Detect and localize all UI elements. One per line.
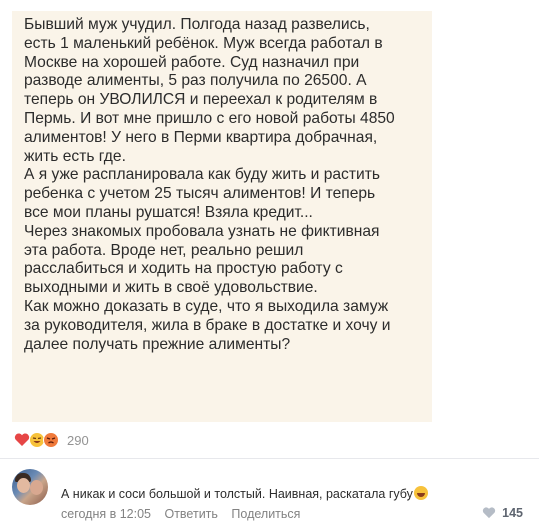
post-text-line: Бывший муж учудил. Полгода назад развели… [24,16,370,33]
post-text-line: расслабиться и ходить на простую работу … [24,260,343,278]
avatar[interactable] [12,469,48,505]
post-text-line: алиментов! У него в Перми квартира добра… [24,128,378,146]
post-text-line: Как можно доказать в суде, что я выходил… [24,297,389,315]
avatar-face [17,478,30,493]
post-text-line: теперь он УВОЛИЛСЯ и переехал к родителя… [24,91,378,109]
post-text-line: разводе алименты, 5 раз получила по 2650… [24,72,367,90]
angry-icon[interactable] [43,432,59,448]
post-text: Бывший муж учудил. Полгода назад развели… [12,11,432,354]
post-text-line: ребенка с учетом 25 тысяч алиментов! И т… [24,185,376,203]
post-text-line: есть 1 маленький ребёнок. Муж всегда раб… [24,34,383,52]
post-text-line: Через знакомых пробовала узнать не фикти… [24,222,380,240]
comment-body: А никак и соси большой и толстый. Наивна… [61,487,413,501]
reactions-bar[interactable]: 290 [14,431,89,449]
post-text-line: за руководителя, жила в браке в достатке… [24,316,391,334]
share-button[interactable]: Поделиться [231,507,300,521]
post-text-line: жить есть где. [24,147,126,165]
post-image-card[interactable]: Бывший муж учудил. Полгода назад развели… [12,11,432,422]
post-text-line: далее получать прежние алименты? [24,335,291,353]
comment-like-button[interactable]: 145 [482,506,523,520]
comment-meta: сегодня в 12:05 Ответить Поделиться [61,507,300,521]
post-text-line: А я уже распланировала как буду жить и р… [24,166,380,184]
reply-button[interactable]: Ответить [164,507,217,521]
like-count: 145 [502,506,523,520]
like-heart-icon [483,507,496,519]
comment-text: А никак и соси большой и толстый. Наивна… [61,486,428,501]
comment-time[interactable]: сегодня в 12:05 [61,507,151,521]
post-text-line: эта работа. Вроде нет, реально решил [24,241,304,259]
post-text-line: все мои планы рушатся! Взяла кредит... [24,203,313,221]
avatar-face [30,480,43,495]
divider [0,458,539,459]
reaction-count: 290 [67,432,89,448]
post-text-line: выходными и жить в своё удовольствие. [24,279,318,297]
rofl-emoji-icon [413,486,428,500]
post-text-line: Пермь. И вот мне пришло с его новой рабо… [24,109,395,127]
post-text-line: Москве на хорошей работе. Суд назначил п… [24,53,360,71]
